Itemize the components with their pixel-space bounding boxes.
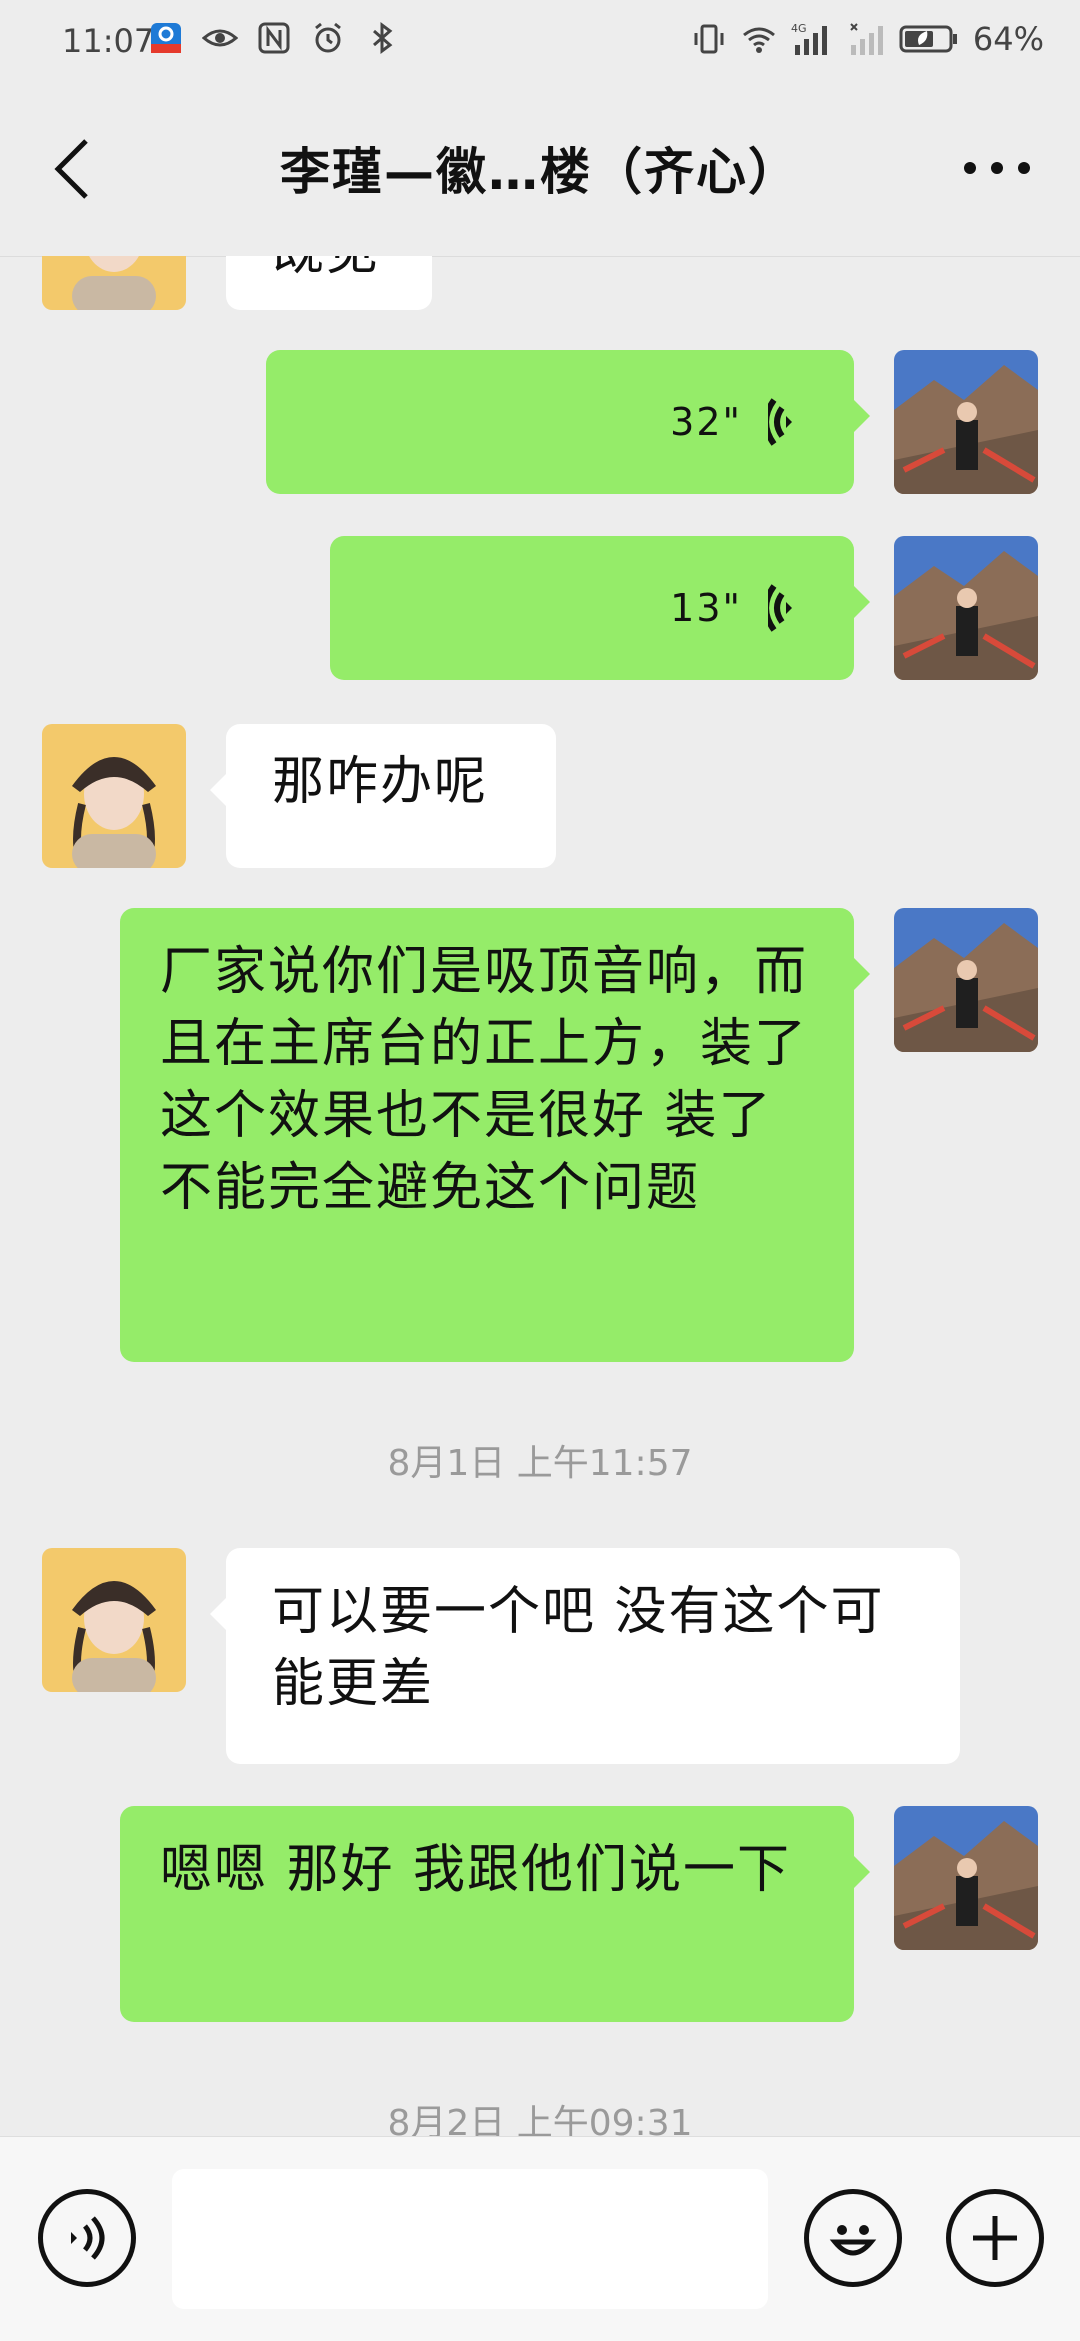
voice-duration: 32" xyxy=(670,400,742,444)
message-text: 那咋办呢 xyxy=(272,752,489,812)
message-text: 既见 xyxy=(272,256,380,288)
message-list[interactable]: 既见 32" 13" 那咋办呢 厂家说你们是吸顶音响，而且在主席台的正上方，装了… xyxy=(0,256,1080,2136)
message-text: 厂家说你们是吸顶音响，而且在主席台的正上方，装了这个效果也不是很好 装了不能完全… xyxy=(160,942,809,1218)
message-input[interactable] xyxy=(172,2169,768,2309)
alarm-icon xyxy=(310,20,346,56)
wifi-icon xyxy=(741,21,777,57)
bluetooth-icon xyxy=(364,20,400,56)
plus-button[interactable] xyxy=(946,2189,1044,2287)
message-timestamp: 8月2日 上午09:31 xyxy=(387,2103,693,2136)
voice-message-outgoing[interactable]: 13" xyxy=(330,536,870,680)
plus-icon xyxy=(973,2216,1017,2260)
message-bubble-incoming[interactable]: 既见 xyxy=(226,256,432,310)
contact-avatar[interactable] xyxy=(42,256,186,310)
nfc-icon xyxy=(256,20,292,56)
input-bar xyxy=(0,2136,1080,2341)
voice-input-button[interactable] xyxy=(38,2189,136,2287)
signal-icon: 4G xyxy=(791,21,835,57)
status-time: 11:07 xyxy=(62,22,155,60)
message-bubble-incoming[interactable]: 那咋办呢 xyxy=(210,724,556,868)
chat-title: 李瑾—徽…楼（齐心） xyxy=(280,143,800,201)
voice-input-icon xyxy=(71,2216,105,2260)
voice-wave-icon xyxy=(768,584,792,632)
voice-wave-icon xyxy=(768,398,792,446)
message-bubble-outgoing[interactable]: 嗯嗯 那好 我跟他们说一下 xyxy=(120,1806,870,2022)
chat-header: 李瑾—徽…楼（齐心） xyxy=(0,84,1080,257)
user-avatar[interactable] xyxy=(894,536,1038,680)
message-text: 嗯嗯 那好 我跟他们说一下 xyxy=(160,1840,792,1900)
voice-duration: 13" xyxy=(670,586,742,630)
more-icon xyxy=(964,162,1030,174)
emoji-button[interactable] xyxy=(804,2189,902,2287)
signal-2-icon xyxy=(849,21,885,57)
vibrate-icon xyxy=(691,21,727,57)
contact-avatar[interactable] xyxy=(42,724,186,868)
app-icon xyxy=(148,20,184,56)
more-button[interactable] xyxy=(954,136,1040,200)
voice-message-outgoing[interactable]: 32" xyxy=(266,350,870,494)
message-bubble-outgoing[interactable]: 厂家说你们是吸顶音响，而且在主席台的正上方，装了这个效果也不是很好 装了不能完全… xyxy=(120,908,870,1362)
contact-avatar[interactable] xyxy=(42,1548,186,1692)
emoji-icon xyxy=(829,2225,877,2256)
user-avatar[interactable] xyxy=(894,350,1038,494)
message-timestamp: 8月1日 上午11:57 xyxy=(387,1443,693,1484)
user-avatar[interactable] xyxy=(894,908,1038,1052)
battery-icon xyxy=(899,21,959,57)
status-bar: 11:07 4G 64% xyxy=(0,0,1080,84)
battery-percent: 64% xyxy=(972,20,1044,58)
message-bubble-incoming[interactable]: 可以要一个吧 没有这个可能更差 xyxy=(210,1548,960,1764)
eye-icon xyxy=(202,20,238,56)
svg-text:4G: 4G xyxy=(791,22,807,35)
user-avatar[interactable] xyxy=(894,1806,1038,1950)
message-text: 可以要一个吧 没有这个可能更差 xyxy=(272,1582,885,1714)
